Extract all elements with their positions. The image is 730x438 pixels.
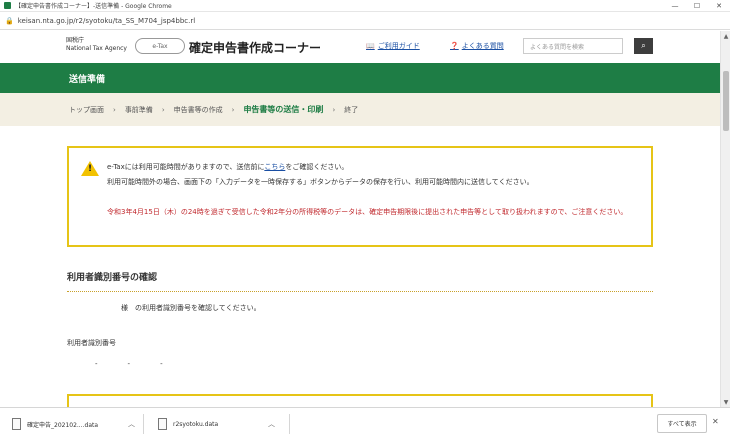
notice-line-1: e-Taxには利用可能時間がありますので、送信前にこちらをご確認ください。 — [107, 163, 349, 171]
address-bar[interactable]: 🔒 keisan.nta.go.jp/r2/syotoku/ta_SS_M704… — [0, 12, 730, 30]
show-all-downloads-button[interactable]: すべて表示 — [657, 414, 707, 433]
faq-link[interactable]: ❓ よくある質問 — [450, 41, 504, 51]
progress-steps: トップ画面 › 事前準備 › 申告書等の作成 › 申告書等の送信・印刷 › 終了 — [0, 93, 720, 126]
mascot-logo: e-Tax — [135, 38, 185, 54]
scrollbar-thumb[interactable] — [723, 71, 729, 131]
band-heading: 送信準備 — [69, 75, 106, 85]
download-bar: 確定申告_202102....data ︿ r2syotoku.data ︿ す… — [0, 407, 730, 438]
step-top: トップ画面 — [69, 105, 104, 114]
section-divider — [67, 291, 653, 292]
maximize-button[interactable]: ☐ — [686, 0, 708, 12]
id-number-value: --- — [95, 360, 193, 368]
question-circle-icon: ❓ — [450, 42, 459, 50]
download-item[interactable]: 確定申告_202102....data ︿ — [12, 414, 137, 434]
scroll-up-arrow-icon[interactable]: ▲ — [721, 31, 730, 41]
step-create: 申告書等の作成 — [173, 105, 223, 114]
download-item[interactable]: r2syotoku.data ︿ — [158, 414, 283, 434]
section-band: 送信準備 — [0, 63, 720, 93]
search-button[interactable]: ⌕ — [634, 38, 653, 54]
step-finish: 終了 — [344, 105, 359, 114]
step-send-print: 申告書等の送信・印刷 — [243, 105, 324, 114]
browser-title-bar: 【確定申告書作成コーナー】-送信準備 - Google Chrome — ☐ ✕ — [0, 0, 730, 12]
chevron-right-icon: › — [332, 105, 336, 114]
chevron-right-icon: › — [161, 105, 165, 114]
faq-search-input[interactable]: よくある質問を検索 — [523, 38, 623, 54]
usage-guide-link[interactable]: 📖 ご利用ガイド — [366, 41, 420, 51]
chevron-up-icon[interactable]: ︿ — [268, 419, 275, 429]
chevron-right-icon: › — [231, 105, 235, 114]
section-title: 利用者識別番号の確認 — [67, 273, 158, 283]
file-icon — [12, 418, 21, 430]
search-icon: ⌕ — [641, 41, 646, 50]
id-number-label: 利用者識別番号 — [67, 339, 116, 347]
section-instruction: 様 の利用者識別番号を確認してください。 — [121, 304, 261, 312]
window-title: 【確定申告書作成コーナー】-送信準備 - Google Chrome — [15, 3, 172, 10]
notice-line-2: 利用可能時間外の場合、画面下の「入力データを一時保存する」ボタンからデータの保存… — [107, 178, 534, 186]
scroll-down-arrow-icon[interactable]: ▼ — [721, 397, 730, 407]
vertical-scrollbar[interactable]: ▲ ▼ — [720, 31, 730, 407]
next-notice-box — [67, 394, 653, 408]
chevron-right-icon: › — [113, 105, 116, 114]
step-preparation: 事前準備 — [124, 105, 153, 114]
site-header: 国税庁 National Tax Agency e-Tax 確定申告書作成コーナ… — [0, 31, 720, 63]
guide-book-icon: 📖 — [366, 42, 375, 50]
window-controls: — ☐ ✕ — [664, 0, 730, 12]
file-icon — [158, 418, 167, 430]
site-favicon-icon — [4, 2, 11, 9]
lock-icon[interactable]: 🔒 — [5, 17, 14, 25]
notice-box: ! e-Taxには利用可能時間がありますので、送信前にこちらをご確認ください。 … — [67, 146, 653, 247]
minimize-button[interactable]: — — [664, 0, 686, 12]
close-window-button[interactable]: ✕ — [708, 0, 730, 12]
nta-logo[interactable]: 国税庁 National Tax Agency — [66, 37, 127, 53]
page-title: 確定申告書作成コーナー — [189, 41, 322, 55]
warning-icon: ! — [81, 161, 99, 176]
availability-link[interactable]: こちら — [264, 163, 285, 171]
chevron-up-icon[interactable]: ︿ — [128, 419, 135, 429]
close-download-bar-icon[interactable]: ✕ — [712, 417, 719, 426]
url-text[interactable]: keisan.nta.go.jp/r2/syotoku/ta_SS_M704_j… — [18, 17, 195, 25]
deadline-warning: 令和3年4月15日（木）の24時を過ぎて受信した令和2年分の所得税等のデータは、… — [107, 208, 628, 216]
